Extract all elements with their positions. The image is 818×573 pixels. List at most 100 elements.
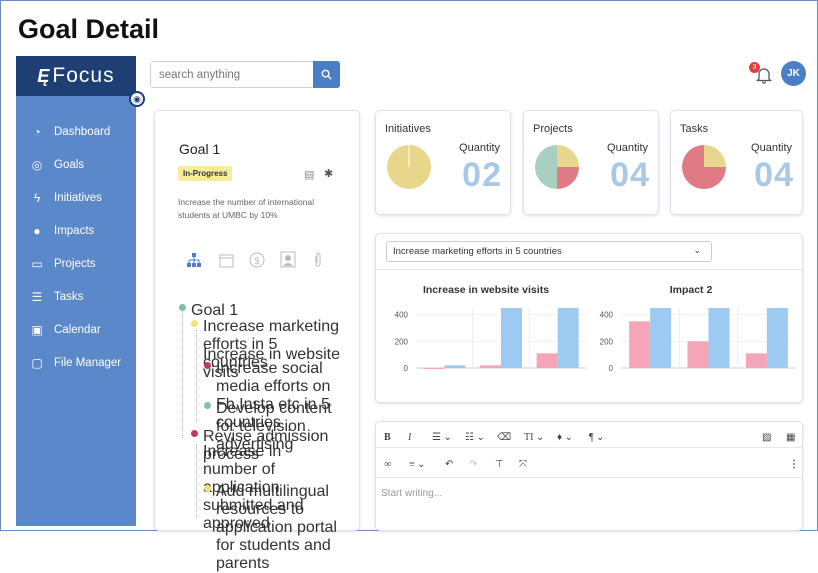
sidebar-item-label: Initiatives xyxy=(54,191,102,204)
sidebar-item-label: Goals xyxy=(54,158,85,171)
align-icon[interactable]: ≡ ⌄ xyxy=(409,459,426,470)
chart-title: Impact 2 xyxy=(670,284,713,296)
tree-dot xyxy=(191,320,198,327)
format-painter-icon[interactable]: ⊤ xyxy=(495,459,504,470)
quantity-label: Quantity xyxy=(751,142,792,154)
divider xyxy=(376,477,802,478)
bar xyxy=(687,341,709,368)
bold-button[interactable]: B xyxy=(384,432,391,443)
search-input[interactable] xyxy=(151,62,314,87)
sidebar-item-file-manager[interactable]: ▢ File Manager xyxy=(16,346,136,379)
search-button[interactable] xyxy=(313,61,340,88)
card-label: Tasks xyxy=(680,123,709,135)
goal-title: Goal 1 xyxy=(179,141,221,157)
quantity-label: Quantity xyxy=(459,142,500,154)
sidebar: Ę Focus ◔ Dashboard ◎ Goals ϟ Initiatives ●… xyxy=(16,56,136,526)
y-tick-label: 400 xyxy=(395,311,409,320)
person-icon[interactable] xyxy=(280,251,296,268)
tasks-card[interactable]: Tasks Quantity 04 xyxy=(670,110,803,215)
avatar[interactable]: JK xyxy=(781,61,806,86)
table-icon[interactable]: ▦ xyxy=(786,432,795,443)
dashboard-icon: ◔ xyxy=(33,124,41,139)
link-icon[interactable]: ∞ xyxy=(384,459,391,470)
tree-node[interactable]: Add multilingual resources to applicatio… xyxy=(216,483,338,573)
tree-connector xyxy=(196,444,197,518)
divider xyxy=(376,269,802,270)
initiative-select-value: Increase marketing efforts in 5 countrie… xyxy=(393,246,562,257)
projects-pie xyxy=(535,145,579,189)
drop-icon: ● xyxy=(33,223,41,238)
paperclip-icon[interactable] xyxy=(313,252,323,268)
italic-button[interactable]: I xyxy=(408,432,411,443)
search-icon xyxy=(321,69,332,80)
calendar-icon: ▣ xyxy=(31,322,43,337)
chart-title: Increase in website visits xyxy=(423,284,549,296)
sidebar-item-projects[interactable]: ▭ Projects xyxy=(16,247,136,280)
sidebar-item-label: Projects xyxy=(54,257,96,270)
initiatives-card[interactable]: Initiatives Quantity 02 xyxy=(375,110,511,215)
initiatives-pie xyxy=(387,145,431,189)
briefcase-icon: ▭ xyxy=(31,256,43,271)
bar xyxy=(480,365,501,368)
quantity-value: 02 xyxy=(462,156,502,194)
y-tick-label: 200 xyxy=(395,337,409,346)
image-icon[interactable]: ▨ xyxy=(762,432,771,443)
bar xyxy=(444,365,466,368)
sidebar-item-initiatives[interactable]: ϟ Initiatives xyxy=(16,181,136,214)
sidebar-item-dashboard[interactable]: ◔ Dashboard xyxy=(16,115,136,148)
tree-dot xyxy=(204,402,211,409)
paragraph-icon[interactable]: ¶ ⌄ xyxy=(589,432,604,443)
sidebar-item-goals[interactable]: ◎ Goals xyxy=(16,148,136,181)
sidebar-item-label: File Manager xyxy=(54,356,122,369)
text-color-icon[interactable]: ♦ ⌄ xyxy=(557,432,573,443)
editor-body[interactable]: Start writing... xyxy=(381,488,442,499)
sidebar-item-label: Dashboard xyxy=(54,125,111,138)
hierarchy-icon[interactable] xyxy=(186,252,202,268)
impact-charts-card: Increase marketing efforts in 5 countrie… xyxy=(375,233,803,403)
divider xyxy=(376,447,802,448)
edit-icon[interactable]: ▤ xyxy=(304,168,314,181)
undo-icon[interactable]: ↶ xyxy=(445,459,453,470)
card-label: Initiatives xyxy=(385,123,431,135)
text-size-icon[interactable]: TI ⌄ xyxy=(524,432,544,443)
sidebar-item-label: Calendar xyxy=(54,323,101,336)
eraser-icon[interactable]: ⌫ xyxy=(497,432,511,443)
page-title: Goal Detail xyxy=(18,14,160,44)
bar xyxy=(629,321,651,368)
bar xyxy=(766,308,788,368)
quantity-value: 04 xyxy=(754,156,794,194)
fullscreen-icon[interactable]: ⤧ xyxy=(519,459,527,470)
calendar-small-icon[interactable] xyxy=(219,252,234,268)
sidebar-item-impacts[interactable]: ● Impacts xyxy=(16,214,136,247)
redo-icon[interactable]: ↷ xyxy=(469,459,477,470)
dollar-icon[interactable]: $ xyxy=(249,252,265,268)
target-icon: ◎ xyxy=(31,157,43,172)
y-tick-label: 200 xyxy=(600,337,614,346)
more-options-icon[interactable]: ⋮ xyxy=(789,459,799,470)
tree-dot xyxy=(204,485,211,492)
folder-icon: ▢ xyxy=(31,355,43,370)
sidebar-item-calendar[interactable]: ▣ Calendar xyxy=(16,313,136,346)
sidebar-collapse-button[interactable]: ◉ xyxy=(129,91,145,107)
svg-text:$: $ xyxy=(254,256,260,267)
sidebar-nav: ◔ Dashboard ◎ Goals ϟ Initiatives ● Impacts … xyxy=(16,115,136,379)
sidebar-item-label: Tasks xyxy=(54,290,84,303)
bar-charts: Increase in website visits 0 200 400 Impact … xyxy=(395,284,796,373)
bar xyxy=(557,308,579,368)
tasks-pie xyxy=(682,145,726,189)
projects-card[interactable]: Projects Quantity 04 xyxy=(523,110,659,215)
bar xyxy=(745,353,767,368)
status-badge: In-Progress xyxy=(178,166,233,181)
y-tick-label: 400 xyxy=(600,311,614,320)
gear-icon[interactable]: ✱ xyxy=(324,167,333,180)
bolt-icon: ϟ xyxy=(33,190,41,205)
app-logo[interactable]: Ę Focus xyxy=(16,56,136,96)
sidebar-item-tasks[interactable]: ☰ Tasks xyxy=(16,280,136,313)
y-tick-label: 0 xyxy=(609,364,614,373)
tree-connector xyxy=(196,330,197,422)
numbered-list-icon[interactable]: ☷ ⌄ xyxy=(465,432,485,443)
bullet-list-icon[interactable]: ☰ ⌄ xyxy=(432,432,452,443)
initiative-select[interactable]: Increase marketing efforts in 5 countrie… xyxy=(386,241,712,262)
quantity-value: 04 xyxy=(610,156,650,194)
bar xyxy=(423,368,445,369)
